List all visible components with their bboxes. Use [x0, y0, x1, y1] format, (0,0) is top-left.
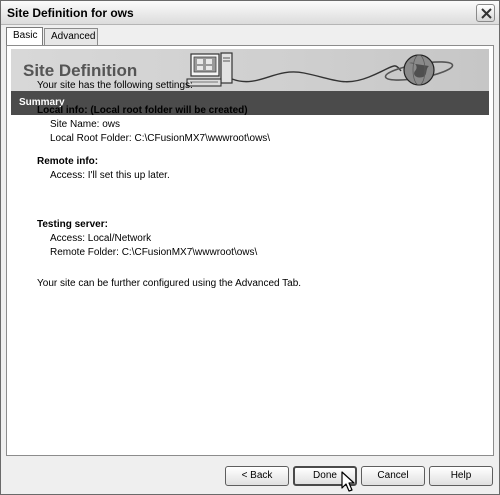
site-name-value: Site Name: ows — [50, 119, 121, 130]
title-bar[interactable]: Site Definition for ows — [1, 1, 499, 25]
banner-illustration — [186, 52, 454, 87]
testing-server-heading: Testing server: — [37, 219, 108, 230]
cancel-button[interactable]: Cancel — [361, 466, 425, 486]
tab-advanced[interactable]: Advanced — [44, 28, 98, 45]
remote-folder-value: Remote Folder: C:\CFusionMX7\wwwroot\ows… — [50, 247, 258, 258]
close-icon — [481, 8, 492, 19]
summary-intro: Your site has the following settings: — [37, 80, 193, 91]
testing-access-value: Access: Local/Network — [50, 233, 152, 244]
mouse-cursor-icon — [341, 471, 355, 492]
dialog-window: Site Definition for ows Basic Advanced S… — [0, 0, 500, 495]
help-button[interactable]: Help — [429, 466, 493, 486]
advanced-tab-note: Your site can be further configured usin… — [37, 278, 302, 289]
banner-title: Site Definition — [23, 61, 138, 80]
back-button[interactable]: < Back — [225, 466, 289, 486]
close-button[interactable] — [476, 4, 495, 22]
window-title: Site Definition for ows — [7, 6, 134, 20]
remote-info-heading: Remote info: — [37, 156, 99, 167]
local-root-folder-value: Local Root Folder: C:\CFusionMX7\wwwroot… — [50, 133, 271, 144]
tab-basic[interactable]: Basic — [6, 27, 43, 46]
local-info-heading: Local info: (Local root folder will be c… — [37, 105, 248, 116]
computer-icon — [186, 52, 233, 87]
remote-access-value: Access: I'll set this up later. — [50, 170, 170, 181]
globe-icon — [384, 54, 454, 86]
